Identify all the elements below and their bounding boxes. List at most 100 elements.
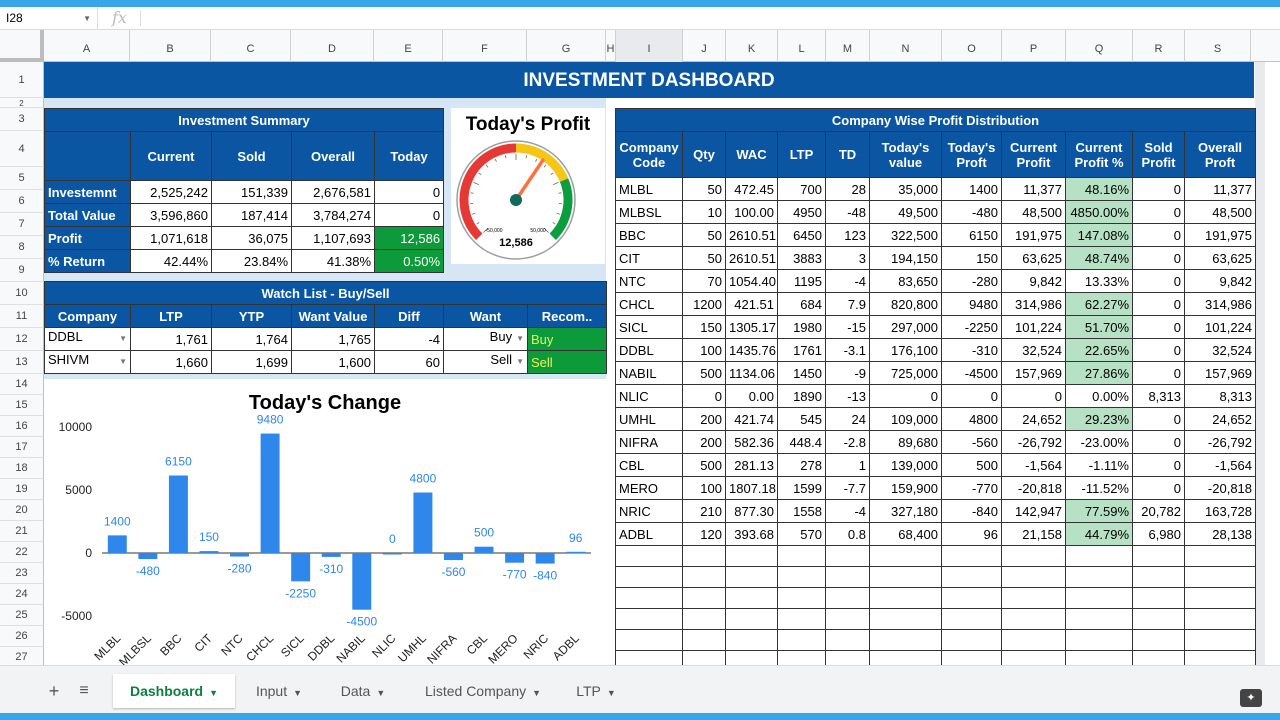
distribution-cell[interactable]: 48,500 <box>1001 200 1066 224</box>
empty-cell[interactable] <box>869 608 942 630</box>
distribution-cell[interactable]: 6150 <box>941 223 1002 247</box>
summary-cell[interactable]: 3,596,860 <box>130 203 212 227</box>
company-code-cell[interactable]: CIT <box>615 246 683 270</box>
column-header-e[interactable]: E <box>374 30 443 62</box>
distribution-cell[interactable]: 4950 <box>777 200 826 224</box>
chevron-down-icon[interactable]: ▼ <box>516 352 524 372</box>
distribution-cell[interactable]: -15 <box>825 315 870 339</box>
distribution-cell[interactable]: 820,800 <box>869 292 942 316</box>
summary-cell[interactable]: 2,525,242 <box>130 180 212 204</box>
column-header-o[interactable]: O <box>942 30 1002 62</box>
distribution-cell[interactable]: 1195 <box>777 269 826 293</box>
distribution-cell[interactable]: 200 <box>682 430 726 454</box>
distribution-cell[interactable]: 877.30 <box>725 499 778 523</box>
distribution-cell[interactable]: -1,564 <box>1001 453 1066 477</box>
row-header-13[interactable]: 13 <box>0 351 44 374</box>
distribution-cell[interactable]: 0 <box>1132 430 1185 454</box>
empty-cell[interactable] <box>1183 566 1257 588</box>
company-code-cell[interactable]: CHCL <box>615 292 683 316</box>
distribution-cell[interactable]: 278 <box>777 453 826 477</box>
row-header-21[interactable]: 21 <box>0 521 44 542</box>
plus-icon[interactable]: + <box>44 674 64 708</box>
empty-cell[interactable] <box>777 587 826 609</box>
distribution-cell[interactable]: 100.00 <box>725 200 778 224</box>
distribution-cell[interactable]: 13.33% <box>1065 269 1133 293</box>
distribution-cell[interactable]: -560 <box>941 430 1002 454</box>
empty-cell[interactable] <box>615 566 683 588</box>
distribution-cell[interactable]: 70 <box>682 269 726 293</box>
empty-cell[interactable] <box>1001 545 1066 567</box>
empty-cell[interactable] <box>941 587 1002 609</box>
distribution-cell[interactable]: -280 <box>941 269 1002 293</box>
distribution-cell[interactable]: -4 <box>825 269 870 293</box>
distribution-cell[interactable]: 0 <box>1132 476 1185 500</box>
watch-want-value-cell[interactable]: 1,600 <box>291 350 375 374</box>
distribution-cell[interactable]: 545 <box>777 407 826 431</box>
row-header-2[interactable]: 2 <box>0 98 44 108</box>
distribution-cell[interactable]: 725,000 <box>869 361 942 385</box>
summary-row-label[interactable]: Investemnt <box>44 180 131 204</box>
distribution-cell[interactable]: 32,524 <box>1001 338 1066 362</box>
empty-cell[interactable] <box>682 608 726 630</box>
row-header-23[interactable]: 23 <box>0 563 44 584</box>
watch-ltp-cell[interactable]: 1,761 <box>130 327 212 351</box>
distribution-cell[interactable]: 24 <box>825 407 870 431</box>
distribution-cell[interactable]: -26,792 <box>1001 430 1066 454</box>
distribution-cell[interactable]: 210 <box>682 499 726 523</box>
distribution-cell[interactable]: 200 <box>682 407 726 431</box>
summary-cell[interactable]: 1,107,693 <box>291 226 375 250</box>
distribution-cell[interactable]: 96 <box>941 522 1002 546</box>
distribution-cell[interactable]: -11.52% <box>1065 476 1133 500</box>
distribution-cell[interactable]: -770 <box>941 476 1002 500</box>
summary-row-label[interactable]: % Return <box>44 249 131 273</box>
column-header-d[interactable]: D <box>291 30 374 62</box>
distribution-cell[interactable]: -480 <box>941 200 1002 224</box>
distribution-cell[interactable]: 0 <box>941 384 1002 408</box>
watch-ytp-cell[interactable]: 1,764 <box>211 327 292 351</box>
distribution-cell[interactable]: 7.9 <box>825 292 870 316</box>
distribution-cell[interactable]: 21,158 <box>1001 522 1066 546</box>
empty-cell[interactable] <box>682 545 726 567</box>
distribution-cell[interactable]: 11,377 <box>1183 177 1257 201</box>
distribution-cell[interactable]: 327,180 <box>869 499 942 523</box>
distribution-cell[interactable]: 6450 <box>777 223 826 247</box>
distribution-cell[interactable]: -4500 <box>941 361 1002 385</box>
watch-ltp-cell[interactable]: 1,660 <box>130 350 212 374</box>
distribution-cell[interactable]: 281.13 <box>725 453 778 477</box>
distribution-cell[interactable]: 62.27% <box>1065 292 1133 316</box>
distribution-cell[interactable]: -1,564 <box>1183 453 1257 477</box>
distribution-cell[interactable]: 1 <box>825 453 870 477</box>
row-header-17[interactable]: 17 <box>0 437 44 458</box>
distribution-cell[interactable]: 4800 <box>941 407 1002 431</box>
company-code-cell[interactable]: DDBL <box>615 338 683 362</box>
distribution-cell[interactable]: 63,625 <box>1183 246 1257 270</box>
distribution-cell[interactable]: 35,000 <box>869 177 942 201</box>
summary-cell[interactable]: 187,414 <box>211 203 292 227</box>
company-code-cell[interactable]: NABIL <box>615 361 683 385</box>
distribution-cell[interactable]: 77.59% <box>1065 499 1133 523</box>
column-header-i[interactable]: I <box>616 30 683 62</box>
summary-cell[interactable]: 23.84% <box>211 249 292 273</box>
distribution-cell[interactable]: 1200 <box>682 292 726 316</box>
empty-cell[interactable] <box>682 566 726 588</box>
distribution-cell[interactable]: -20,818 <box>1183 476 1257 500</box>
distribution-cell[interactable]: 101,224 <box>1183 315 1257 339</box>
distribution-cell[interactable]: 159,900 <box>869 476 942 500</box>
row-header-10[interactable]: 10 <box>0 282 44 305</box>
distribution-cell[interactable]: -7.7 <box>825 476 870 500</box>
row-header-1[interactable]: 1 <box>0 62 44 98</box>
chevron-down-icon[interactable]: ▼ <box>209 688 218 698</box>
chevron-down-icon[interactable]: ▼ <box>532 688 541 698</box>
row-header-9[interactable]: 9 <box>0 259 44 282</box>
empty-cell[interactable] <box>777 545 826 567</box>
empty-cell[interactable] <box>682 629 726 651</box>
distribution-cell[interactable]: 191,975 <box>1183 223 1257 247</box>
column-header-n[interactable]: N <box>870 30 942 62</box>
company-dropdown[interactable]: SHIVM ▼ <box>44 350 131 374</box>
row-header-19[interactable]: 19 <box>0 479 44 500</box>
chevron-down-icon[interactable]: ▼ <box>293 688 302 698</box>
distribution-cell[interactable]: 48.74% <box>1065 246 1133 270</box>
summary-cell[interactable]: 0.50% <box>373 249 445 273</box>
empty-cell[interactable] <box>1132 545 1185 567</box>
distribution-cell[interactable]: 9,842 <box>1183 269 1257 293</box>
